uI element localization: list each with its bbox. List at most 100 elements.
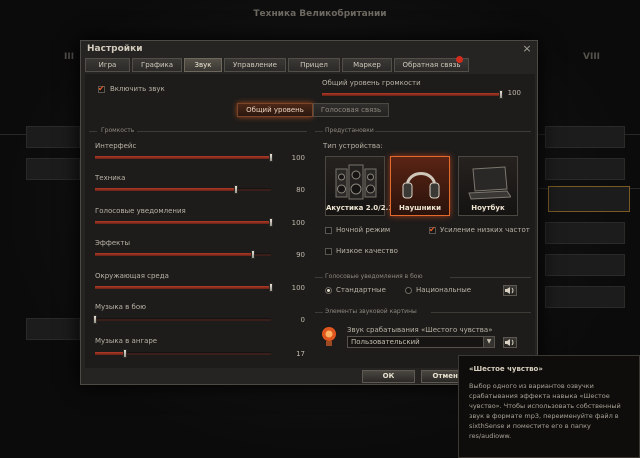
section-divider — [315, 312, 323, 313]
slider-label-effects: Эффекты — [95, 239, 130, 247]
interface-volume-value: 100 — [291, 154, 305, 162]
section-divider — [315, 131, 323, 132]
slider-fill — [95, 156, 271, 159]
enable-sound-label: Включить звук — [110, 85, 165, 93]
slider-fill — [95, 188, 236, 191]
effects-volume-value: 90 — [296, 251, 305, 259]
device-speakers[interactable]: Акустика 2.0/2.1 — [325, 156, 394, 216]
slider-fill — [95, 286, 271, 289]
sixth-sense-label: Звук срабатывания «Шестого чувства» — [347, 326, 493, 334]
device-speakers-label: Акустика 2.0/2.1 — [326, 204, 394, 212]
slider-handle[interactable] — [269, 283, 273, 292]
low-quality-checkbox[interactable] — [325, 248, 332, 255]
device-type-label: Тип устройства: — [323, 142, 383, 150]
battle-music-volume-value: 0 — [300, 316, 305, 324]
device-headphones[interactable]: Наушники — [390, 156, 450, 216]
tab-graphics[interactable]: Графика — [132, 58, 182, 72]
tank-node[interactable] — [545, 126, 625, 148]
close-icon[interactable]: × — [521, 42, 533, 55]
settings-dialog: Настройки × Игра Графика Звук Управление… — [80, 40, 538, 385]
speaker-icon — [505, 287, 514, 294]
tank-node[interactable] — [26, 158, 80, 180]
volume-section-title: Громкость — [101, 127, 135, 134]
settings-tabs: Игра Графика Звук Управление Прицел Марк… — [85, 56, 535, 72]
sound-panel: Включить звук Общий уровень громкости 10… — [85, 74, 535, 368]
night-mode-checkbox[interactable] — [325, 227, 332, 234]
speakers-icon — [335, 164, 377, 200]
master-volume-value: 100 — [507, 89, 521, 97]
section-divider — [315, 277, 323, 278]
tab-controls[interactable]: Управление — [224, 58, 286, 72]
slider-fill — [95, 352, 125, 355]
tooltip-title: «Шестое чувство» — [469, 365, 543, 373]
notification-badge — [456, 56, 463, 63]
slider-label-vehicles: Техника — [95, 174, 126, 182]
segment-voice-chat[interactable]: Голосовая связь — [313, 103, 389, 117]
bass-boost-label: Усиление низких частот — [440, 226, 530, 234]
master-volume-label: Общий уровень громкости — [322, 79, 421, 87]
slider-handle[interactable] — [269, 218, 273, 227]
voice-standard-label: Стандартные — [336, 286, 386, 294]
sixth-sense-tooltip: «Шестое чувство» Выбор одного из вариант… — [458, 355, 640, 458]
master-volume-slider[interactable] — [322, 90, 503, 99]
interface-volume-slider[interactable] — [95, 153, 273, 162]
ok-button[interactable]: ОК — [362, 370, 415, 383]
tank-node[interactable] — [26, 318, 80, 340]
slider-fill — [95, 221, 271, 224]
effects-volume-slider[interactable] — [95, 250, 271, 259]
hangar-music-volume-value: 17 — [296, 350, 305, 358]
chevron-down-icon[interactable]: ▼ — [483, 337, 494, 347]
tank-node[interactable] — [548, 186, 630, 212]
headphones-icon — [402, 172, 440, 199]
tab-feedback[interactable]: Обратная связь — [394, 56, 469, 72]
speaker-icon — [505, 339, 514, 346]
section-divider — [375, 131, 531, 132]
dialog-title: Настройки — [87, 44, 143, 54]
battle-music-volume-slider[interactable] — [93, 315, 271, 324]
slider-label-battle-music: Музыка в бою — [95, 303, 147, 311]
tank-node[interactable] — [545, 286, 625, 308]
laptop-icon — [468, 166, 511, 200]
segment-general-level[interactable]: Общий уровень — [237, 103, 313, 117]
section-divider — [431, 312, 531, 313]
tech-tree-title: Техника Великобритании — [253, 9, 387, 19]
voice-national-radio[interactable] — [405, 287, 412, 294]
device-headphones-label: Наушники — [399, 204, 441, 212]
enable-sound-checkbox[interactable] — [98, 84, 105, 93]
vehicles-volume-slider[interactable] — [95, 185, 271, 194]
hangar-music-volume-slider[interactable] — [95, 349, 271, 358]
tab-marker[interactable]: Маркер — [342, 58, 392, 72]
voice-notifications-volume-value: 100 — [291, 219, 305, 227]
tab-aim[interactable]: Прицел — [288, 58, 340, 72]
sixth-sense-select[interactable]: Пользовательский ▼ — [347, 336, 495, 348]
slider-handle[interactable] — [269, 153, 273, 162]
tank-node[interactable] — [545, 254, 625, 276]
device-laptop[interactable]: Ноутбук — [458, 156, 518, 216]
slider-label-hangar-music: Музыка в ангаре — [95, 337, 158, 345]
play-sixth-sense-button[interactable] — [503, 337, 517, 348]
voice-national-label: Национальные — [416, 286, 472, 294]
tab-sound[interactable]: Звук — [184, 58, 222, 72]
slider-fill — [95, 253, 254, 256]
slider-handle[interactable] — [233, 185, 238, 194]
sound-picture-section-title: Элементы звуковой картины — [325, 308, 417, 315]
voice-notifications-volume-slider[interactable] — [95, 218, 273, 227]
sixth-sense-lamp-icon — [322, 327, 336, 346]
tank-node[interactable] — [545, 158, 625, 180]
low-quality-label: Низкое качество — [336, 247, 398, 255]
environment-volume-value: 100 — [291, 284, 305, 292]
slider-fill — [322, 93, 501, 96]
slider-handle[interactable] — [93, 315, 97, 324]
bass-boost-checkbox[interactable] — [429, 225, 436, 234]
tank-node[interactable] — [26, 126, 80, 148]
tier-label-right: VIII — [583, 52, 601, 62]
play-voice-sample-button[interactable] — [503, 285, 517, 296]
tank-node[interactable] — [545, 222, 625, 244]
environment-volume-slider[interactable] — [95, 283, 273, 292]
presets-section-title: Предустановки — [325, 127, 374, 134]
slider-handle[interactable] — [251, 250, 256, 259]
slider-handle[interactable] — [122, 349, 127, 358]
voice-standard-radio[interactable] — [325, 287, 332, 294]
voice-notifications-section-title: Голосовые уведомления в бою — [325, 273, 423, 280]
tab-game[interactable]: Игра — [85, 58, 130, 72]
